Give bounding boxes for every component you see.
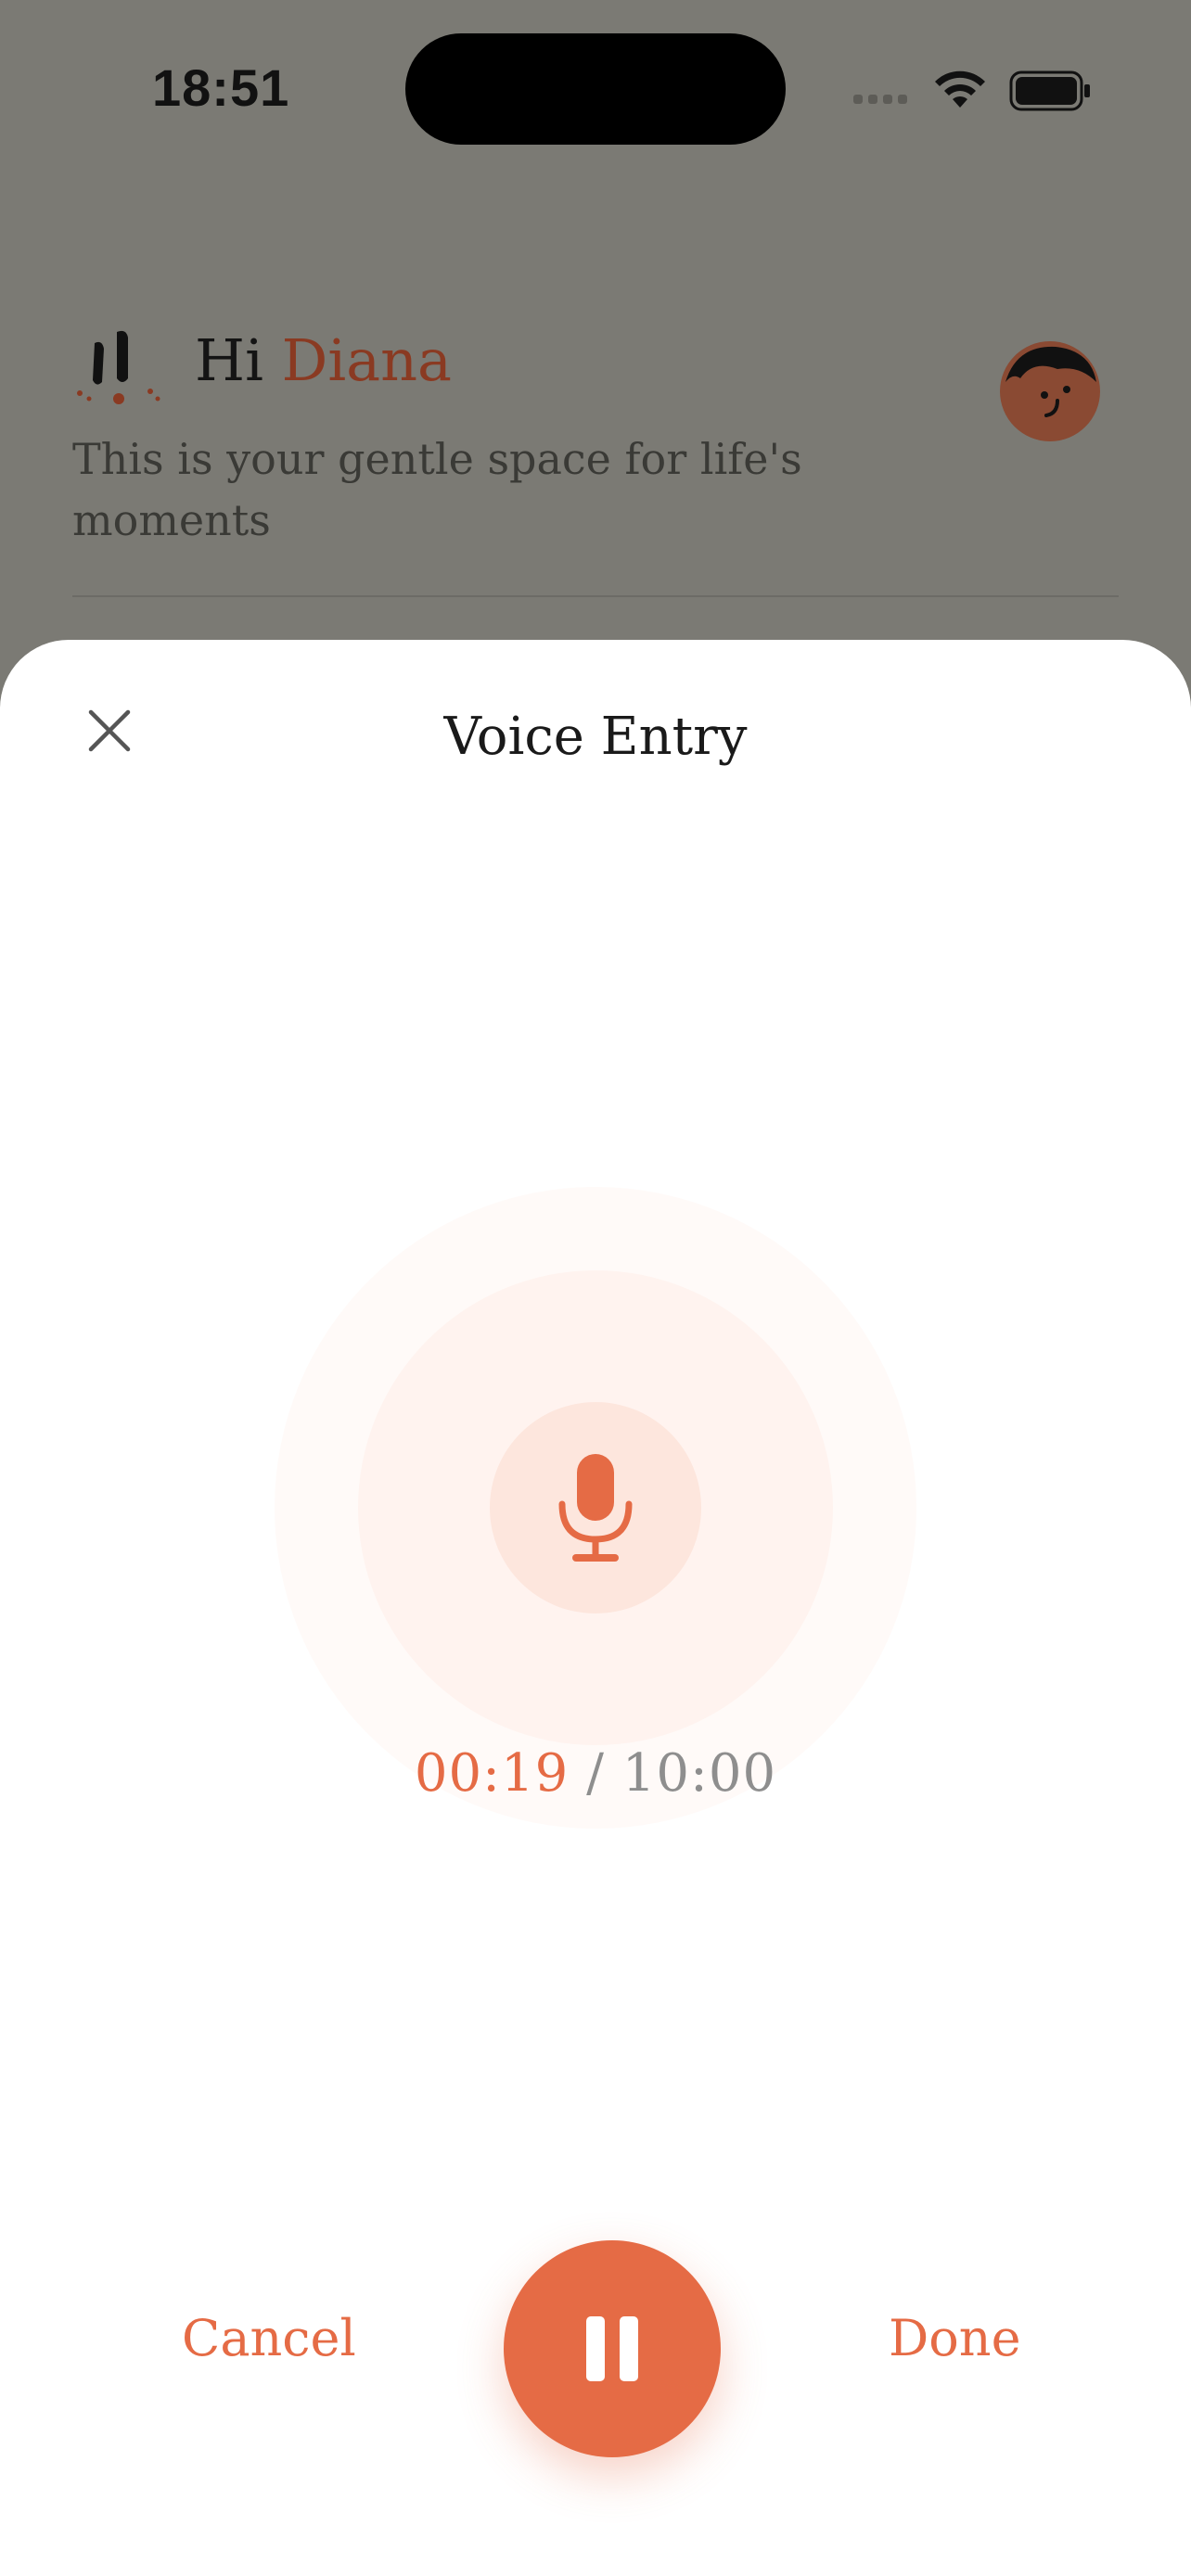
user-name: Diana <box>281 326 453 394</box>
microphone-icon <box>558 1454 633 1562</box>
greeting-prefix: Hi <box>195 326 263 394</box>
max-time: 10:00 <box>621 1743 777 1804</box>
brand-logo-icon <box>77 330 160 404</box>
voice-entry-sheet: Voice Entry 00:19 / 10:00 Cancel Done <box>0 640 1191 2576</box>
divider <box>72 595 1119 597</box>
cancel-button[interactable]: Cancel <box>182 2309 356 2367</box>
recording-timer: 00:19 / 10:00 <box>0 1743 1191 1804</box>
home-header: Hi Diana This is your gentle space for l… <box>0 0 1191 668</box>
greeting: Hi Diana <box>195 326 452 394</box>
pause-icon <box>586 2316 638 2381</box>
sheet-title: Voice Entry <box>443 707 748 767</box>
greeting-subtitle: This is your gentle space for life's mom… <box>72 434 802 545</box>
pause-button[interactable] <box>504 2240 721 2457</box>
done-button[interactable]: Done <box>889 2309 1021 2367</box>
elapsed-time: 00:19 <box>414 1743 570 1804</box>
avatar[interactable] <box>1000 341 1100 441</box>
timer-separator: / <box>586 1743 605 1804</box>
microphone-indicator <box>490 1402 701 1613</box>
smiley-avatar-icon <box>1005 346 1096 417</box>
